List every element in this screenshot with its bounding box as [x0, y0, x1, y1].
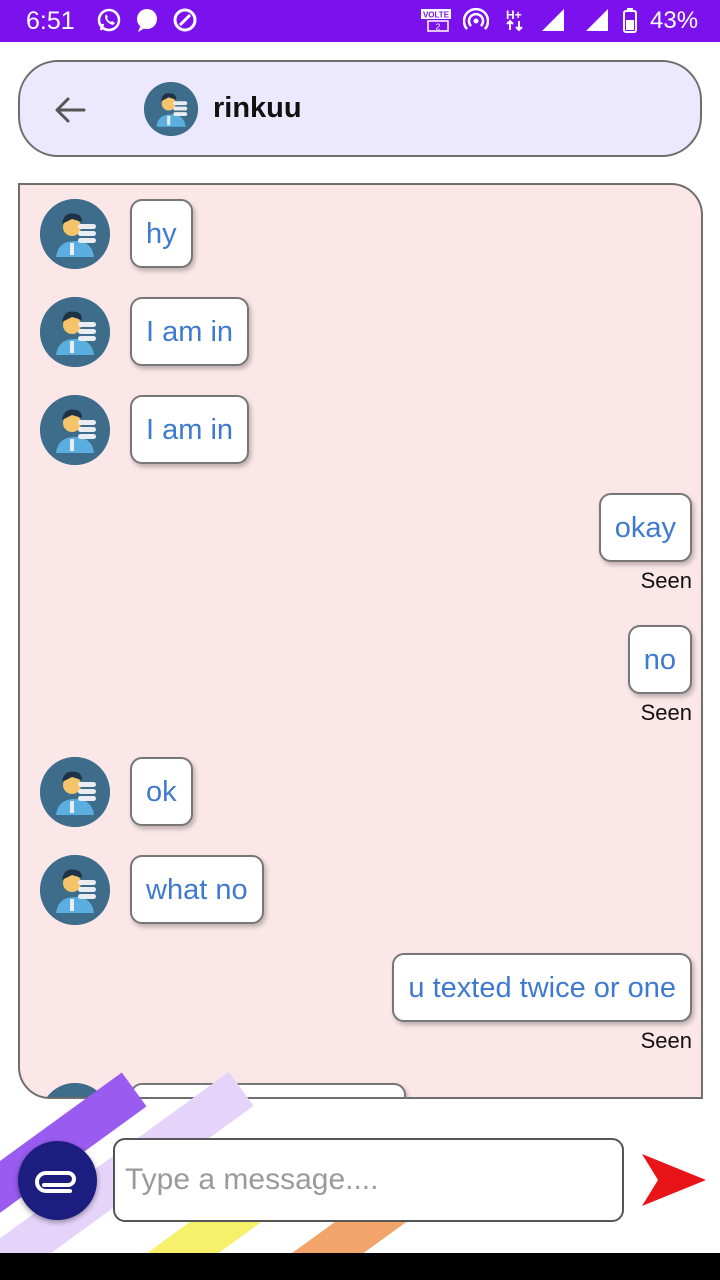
person-avatar-icon: [144, 82, 198, 136]
sender-avatar: [40, 297, 110, 367]
status-bar: 6:51 VOLTE 2 H+ 43%: [0, 0, 720, 42]
paperclip-icon: [35, 1171, 76, 1193]
chat-bubble-icon: [137, 9, 157, 32]
message-row: hy: [20, 199, 701, 269]
message-row: no Seen: [20, 625, 701, 725]
system-nav-bar: [0, 1253, 720, 1280]
message-row: what no: [20, 855, 701, 925]
battery-level: 43%: [650, 7, 699, 34]
person-avatar-icon: [40, 757, 110, 827]
message-row: I am in: [20, 395, 701, 465]
volte-icon: VOLTE 2: [421, 9, 451, 32]
chat-header: rinkuu: [18, 60, 702, 157]
message-bubble[interactable]: okay: [598, 493, 692, 562]
arrow-left-icon: [55, 97, 86, 123]
status-time: 6:51: [26, 7, 75, 35]
message-bubble[interactable]: u texted twice or one: [392, 953, 692, 1022]
chat-screen: 6:51 VOLTE 2 H+ 43% rinkuu hy I am in I …: [0, 0, 720, 1280]
person-avatar-icon: [40, 199, 110, 269]
network-type-icon: H+: [506, 8, 523, 32]
seen-status: Seen: [640, 1028, 692, 1053]
message-bubble[interactable]: ok: [130, 757, 193, 826]
message-input[interactable]: [113, 1138, 624, 1222]
svg-text:2: 2: [436, 22, 441, 32]
message-bubble[interactable]: what no: [130, 855, 264, 924]
sender-avatar: [40, 395, 110, 465]
message-row: I am in: [20, 297, 701, 367]
hotspot-icon: [463, 7, 489, 30]
message-row: ok: [20, 757, 701, 827]
sender-avatar: [40, 199, 110, 269]
signal-icon-2: [586, 9, 608, 31]
message-bubble-partial[interactable]: [130, 1083, 406, 1097]
seen-status: Seen: [640, 568, 692, 593]
message-bubble[interactable]: I am in: [130, 395, 250, 464]
send-button[interactable]: [640, 1150, 708, 1210]
signal-icon: [542, 9, 564, 31]
message-bubble[interactable]: I am in: [130, 297, 250, 366]
message-list[interactable]: hy I am in I am in okay Seen no Seen ok …: [18, 183, 703, 1099]
battery-icon: [623, 8, 637, 33]
person-avatar-icon: [40, 395, 110, 465]
message-bubble[interactable]: hy: [130, 199, 193, 268]
contact-name[interactable]: rinkuu: [213, 92, 302, 125]
person-avatar-icon: [40, 297, 110, 367]
data-saver-icon: [173, 8, 197, 32]
svg-text:VOLTE: VOLTE: [423, 11, 450, 20]
whatsapp-icon: [97, 8, 121, 32]
message-row: okay Seen: [20, 493, 701, 593]
send-arrow-icon: [642, 1154, 706, 1206]
sender-avatar: [40, 855, 110, 925]
svg-text:H+: H+: [506, 8, 522, 22]
message-bubble[interactable]: no: [627, 625, 692, 694]
person-avatar-icon: [40, 855, 110, 925]
message-row: u texted twice or one Seen: [20, 953, 701, 1053]
back-button[interactable]: [50, 90, 90, 130]
sender-avatar: [40, 757, 110, 827]
contact-avatar[interactable]: [144, 82, 198, 136]
seen-status: Seen: [640, 700, 692, 725]
attach-button[interactable]: [18, 1141, 97, 1220]
